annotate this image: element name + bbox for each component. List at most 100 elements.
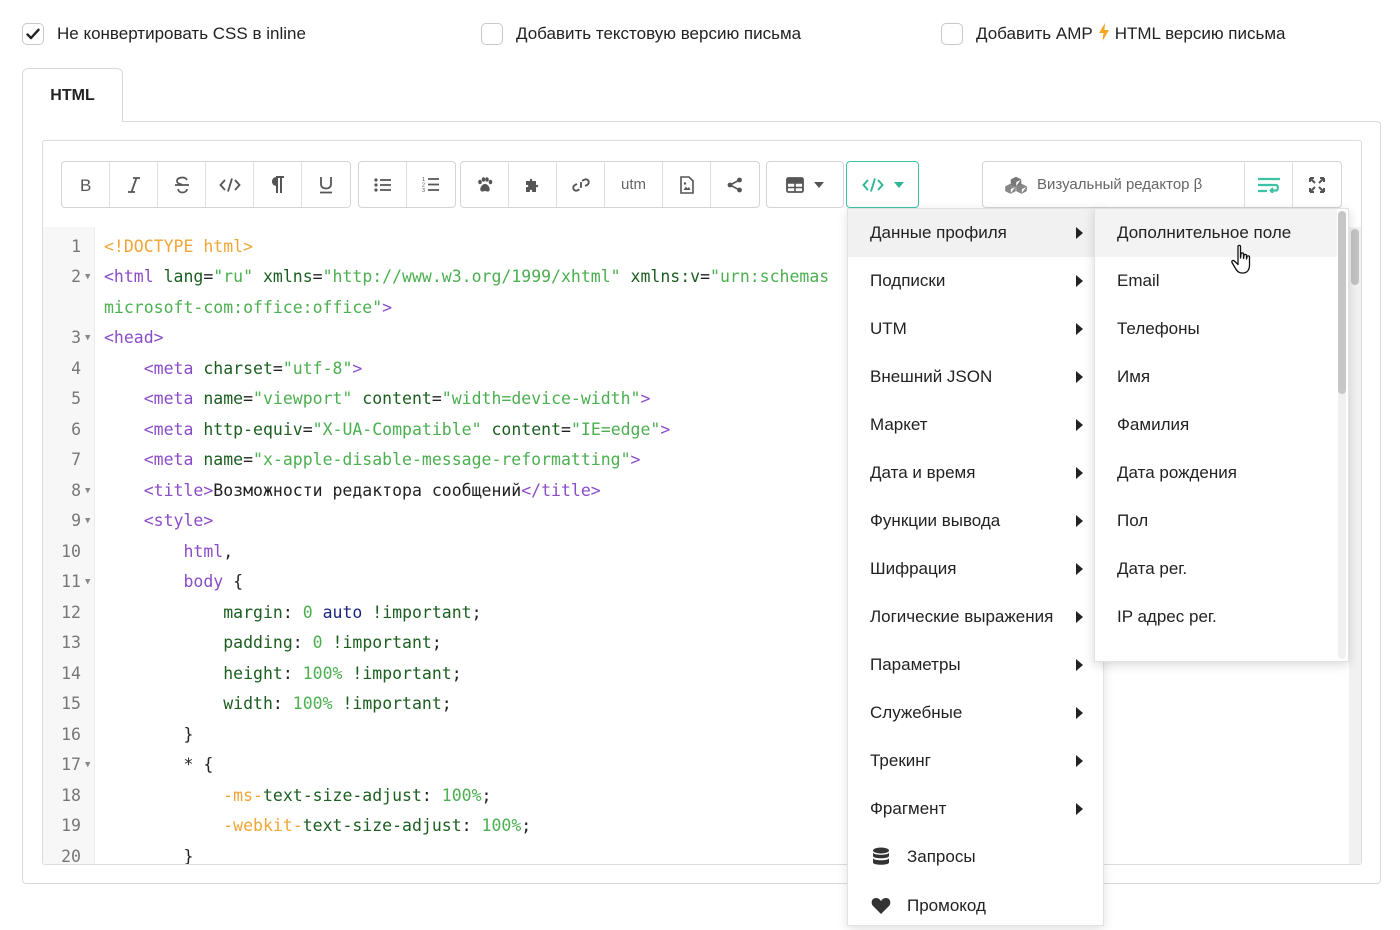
line-number: 7 [71,450,81,469]
italic-button[interactable] [110,162,158,207]
menu-item[interactable]: Промокод [848,882,1103,930]
bullet-list-button[interactable] [359,162,407,207]
code-insert-dropdown-button[interactable] [847,162,918,207]
chevron-right-icon [1076,275,1083,287]
menu-item[interactable]: Фрагмент [848,785,1103,833]
toolbar-code-insert-group [846,161,919,208]
code-line: <meta http-equiv="X-UA-Compatible" conte… [143,420,671,439]
puzzle-icon [525,178,538,192]
submenu-item[interactable]: IP адрес рег. [1095,593,1337,641]
share-button[interactable] [711,162,759,207]
menu-item-label: Трекинг [870,751,931,770]
underline-button[interactable] [302,162,350,207]
insert-variables-menu: Данные профиля Подписки UTM Внешний JSON Мар… [847,208,1104,926]
numbered-list-button[interactable]: 123 [407,162,455,207]
scrollbar-thumb[interactable] [1338,211,1346,394]
fold-toggle-icon[interactable]: ▼ [85,516,90,526]
menu-item-label: Логические выражения [870,607,1054,626]
scrollbar-thumb[interactable] [1351,229,1359,285]
chevron-right-icon [1076,515,1083,527]
code-line: <style> [143,511,214,530]
tab-html[interactable]: HTML [22,68,123,122]
menu-item-label: Функции вывода [870,511,1001,530]
submenu-scrollbar[interactable] [1338,211,1346,659]
submenu-item[interactable]: Дата рождения [1095,449,1337,497]
fullscreen-button[interactable] [1293,162,1341,207]
line-number: 14 [61,664,81,683]
menu-item[interactable]: Шифрация [848,545,1103,593]
menu-item[interactable]: Внешний JSON [848,353,1103,401]
numbered-list-icon: 123 [422,177,439,193]
paragraph-button[interactable] [254,162,302,207]
line-number: 13 [61,633,81,652]
wrap-button[interactable] [1245,162,1293,207]
menu-item[interactable]: Трекинг [848,737,1103,785]
fold-toggle-icon[interactable]: ▼ [85,760,90,770]
toolbar-list-group: 123 [358,161,456,208]
menu-item[interactable]: Запросы [848,833,1103,881]
editor-scrollbar[interactable] [1349,227,1361,864]
puzzle-button[interactable] [509,162,557,207]
option-label: HTML версию письма [1114,24,1286,43]
checkbox[interactable] [941,23,963,45]
submenu-item[interactable]: Фамилия [1095,401,1337,449]
submenu-item[interactable]: Телефоны [1095,305,1337,353]
fold-toggle-icon[interactable]: ▼ [85,272,90,282]
menu-item-label: Данные профиля [870,223,1007,242]
option-no-inline-css[interactable]: Не конвертировать CSS в inline [22,22,306,46]
toolbar-right-group: Визуальный редактор β [982,161,1342,208]
table-icon [786,176,804,193]
heart-icon [870,897,892,915]
checkbox[interactable] [481,23,503,45]
fold-toggle-icon[interactable]: ▼ [85,333,90,343]
link-button[interactable] [557,162,605,207]
code-line: <meta name="x-apple-disable-message-refo… [143,450,641,469]
submenu-item[interactable]: Дополнительное поле [1095,209,1337,257]
code-line: body { [183,572,244,591]
submenu-item-label: Телефоны [1117,319,1200,338]
utm-button[interactable]: utm [605,162,663,207]
checkbox-checked[interactable] [22,23,44,45]
fold-toggle-icon[interactable]: ▼ [85,577,90,587]
menu-item-label: Запросы [907,847,976,866]
visual-editor-button[interactable]: Визуальный редактор β [983,162,1245,207]
line-number: 2 [71,267,81,286]
table-dropdown-button[interactable] [767,162,843,207]
code-line: padding: 0 !important; [223,633,442,652]
menu-item[interactable]: Служебные [848,689,1103,737]
submenu-item[interactable]: Пол [1095,497,1337,545]
submenu-item[interactable]: Имя [1095,353,1337,401]
fold-toggle-icon[interactable]: ▼ [85,486,90,496]
file-image-icon [679,175,694,194]
menu-item[interactable]: UTM [848,305,1103,353]
line-number: 8 [71,481,81,500]
submenu-item-label: Пол [1117,511,1149,530]
menu-item[interactable]: Подписки [848,257,1103,305]
code-line: <meta charset="utf-8"> [143,359,363,378]
submenu-item-label: Фамилия [1117,415,1190,434]
bold-button[interactable]: B [62,162,110,207]
menu-item[interactable]: Параметры [848,641,1103,689]
lightning-icon [1098,22,1109,46]
paw-button[interactable] [461,162,509,207]
strikethrough-button[interactable] [158,162,206,207]
submenu-item[interactable]: Email [1095,257,1337,305]
visual-editor-label: Визуальный редактор β [1037,176,1203,193]
chevron-right-icon [1076,659,1083,671]
database-icon [870,847,892,867]
menu-item-label: Дата и время [870,463,976,482]
code-button[interactable] [206,162,254,207]
menu-item[interactable]: Логические выражения [848,593,1103,641]
option-amp-version[interactable]: Добавить AMP HTML версию письма [941,22,1286,46]
file-image-button[interactable] [663,162,711,207]
menu-item[interactable]: Функции вывода [848,497,1103,545]
option-text-version[interactable]: Добавить текстовую версию письма [481,22,801,46]
code-line: -ms-text-size-adjust: 100%; [223,786,492,805]
menu-item[interactable]: Дата и время [848,449,1103,497]
menu-item[interactable]: Данные профиля [848,209,1103,257]
hand-pointer-icon [1230,244,1256,283]
line-number: 17 [61,755,81,774]
bold-icon: B [80,176,91,194]
submenu-item[interactable]: Дата рег. [1095,545,1337,593]
menu-item[interactable]: Маркет [848,401,1103,449]
